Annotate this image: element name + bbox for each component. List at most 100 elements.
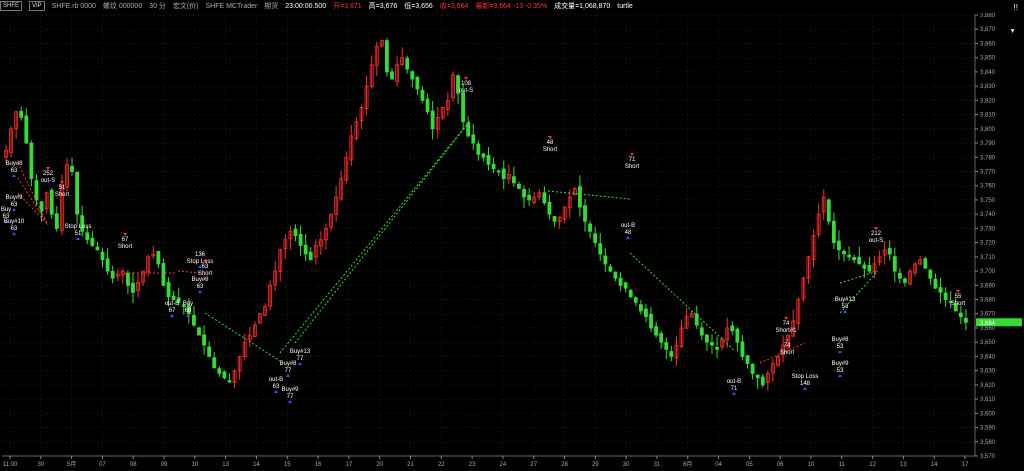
y-tick-label: 3,590 — [980, 426, 996, 432]
candle-body — [303, 244, 308, 255]
marker-label: Buy#8 — [191, 277, 209, 283]
trade-marker[interactable]: 108out-S — [459, 77, 473, 94]
candle-body — [202, 334, 206, 346]
trade-marker[interactable]: out-B48 — [621, 223, 635, 239]
y-tick-label: 3,850 — [980, 56, 996, 62]
trade-marker[interactable]: 252out-S — [41, 167, 55, 184]
symbol-badge[interactable]: SHFE — [0, 1, 23, 12]
trade-marker[interactable]: out-B67 — [165, 301, 179, 317]
trade-marker[interactable]: 136Stop Loss — [187, 252, 214, 268]
time-axis: 11:00 30 5月 07 08 09 10 13 14 15 16 17 20 21 22 23 24 27 2… — [2, 455, 975, 468]
candle-body — [897, 272, 902, 279]
marker-label: 252 — [43, 171, 54, 177]
marker-sublabel: Short — [118, 244, 133, 250]
candle-body — [430, 110, 435, 130]
candle-body — [552, 216, 557, 222]
trade-line — [204, 312, 281, 362]
x-tick-label: 24 — [500, 462, 507, 468]
period-label[interactable]: 30 分 — [149, 0, 166, 13]
marker-label: Buy#8 — [279, 361, 297, 367]
candle-body — [633, 297, 638, 303]
trade-marker[interactable]: 55Short — [951, 290, 966, 307]
x-tick-label: 11 — [839, 462, 846, 468]
marker-sublabel: 63 — [11, 168, 18, 174]
trade-marker[interactable]: 71Short — [625, 153, 640, 170]
trade-marker[interactable]: Buy#953 — [831, 361, 849, 377]
candle-body — [161, 263, 166, 286]
x-tick-label: 17 — [962, 462, 969, 468]
candle-body — [29, 142, 34, 179]
trade-marker[interactable]: 74Short — [780, 339, 795, 356]
y-tick-label: 3,860 — [980, 41, 996, 47]
trade-line — [629, 252, 736, 352]
marker-label: Stop Loss — [65, 224, 92, 230]
candle-body — [542, 192, 547, 204]
candle-body — [649, 313, 653, 329]
candle-body — [578, 186, 582, 208]
x-tick-label: 13 — [222, 462, 229, 468]
trade-marker[interactable]: Buy#977 — [281, 387, 299, 403]
candle-body — [207, 346, 212, 357]
y-tick-label: 3,730 — [980, 226, 996, 232]
candle-body — [197, 327, 201, 336]
candle-body — [24, 115, 29, 144]
x-tick-label: 21 — [407, 462, 414, 468]
candle-body — [420, 89, 425, 101]
trade-marker[interactable]: Buy#1063 — [4, 219, 25, 235]
candle-body — [217, 368, 222, 374]
candle-body — [964, 317, 968, 323]
candle-body — [938, 287, 943, 293]
window-marker-icon[interactable]: !! — [1014, 3, 1018, 12]
marker-label: 74 — [784, 343, 791, 349]
trade-marker[interactable]: 74Short#1 — [775, 317, 797, 334]
candle-body — [34, 180, 39, 201]
marker-sublabel: 68 — [185, 308, 192, 314]
trade-marker[interactable]: 67Short — [118, 233, 133, 250]
candle-body — [842, 250, 846, 255]
trade-marker[interactable]: Buy#863 — [5, 161, 23, 177]
x-tick-label: 22 — [438, 462, 445, 468]
y-tick-label: 3,790 — [980, 141, 996, 147]
marker-sublabel: Short — [780, 350, 795, 356]
marker-label: Buy#9 — [831, 361, 849, 367]
vip-badge[interactable]: VIP — [28, 1, 45, 12]
x-tick-label: 12 — [869, 462, 876, 468]
candle-body — [735, 328, 740, 343]
y-tick-label: 3,670 — [980, 312, 996, 318]
marker-sublabel: Short#1 — [775, 328, 797, 334]
marker-sublabel: 53 — [837, 368, 844, 374]
buy-arrow-icon — [843, 310, 847, 313]
marker-sublabel: 63 — [11, 226, 18, 232]
trade-marker[interactable]: Buy#1353 — [835, 297, 856, 313]
candle-body — [496, 170, 501, 173]
x-tick-label: 07 — [99, 462, 106, 468]
trade-marker[interactable]: 212out-S — [869, 227, 883, 244]
marker-label: out-B — [165, 301, 179, 307]
marker-sublabel: 63 — [197, 284, 204, 290]
marker-label: 136 — [195, 252, 206, 258]
candle-body — [293, 228, 298, 236]
candle-body — [593, 233, 598, 244]
candle-body — [486, 155, 491, 165]
chart-type-label: 宏文(价) — [172, 3, 199, 10]
marker-label: out-B — [727, 379, 741, 385]
trade-marker[interactable]: Stop Loss148 — [792, 374, 819, 390]
trade-line — [17, 177, 49, 226]
marker-sublabel: 53 — [842, 304, 849, 310]
candle-body — [100, 251, 105, 261]
candle-body — [664, 342, 669, 350]
price-chart[interactable]: Buy#863 252out-SBuy#963Buy63Buy#106351Sho… — [0, 13, 1024, 471]
trade-marker[interactable]: out-B71 — [727, 379, 741, 395]
trade-marker[interactable]: Buy#877 — [279, 361, 297, 377]
y-tick-label: 3,750 — [980, 198, 996, 204]
trade-marker[interactable]: Buy68 — [183, 301, 193, 317]
x-tick-label: 23 — [469, 462, 476, 468]
x-tick-label: 30 — [37, 462, 44, 468]
candle-body — [704, 334, 709, 343]
trade-marker[interactable]: Buy#853 — [831, 337, 849, 353]
candle-body — [857, 256, 862, 265]
candle-body — [852, 257, 857, 261]
buy-arrow-icon — [76, 237, 80, 240]
sell-arrow-icon — [123, 233, 127, 236]
trade-marker[interactable]: 48Short — [543, 136, 558, 153]
